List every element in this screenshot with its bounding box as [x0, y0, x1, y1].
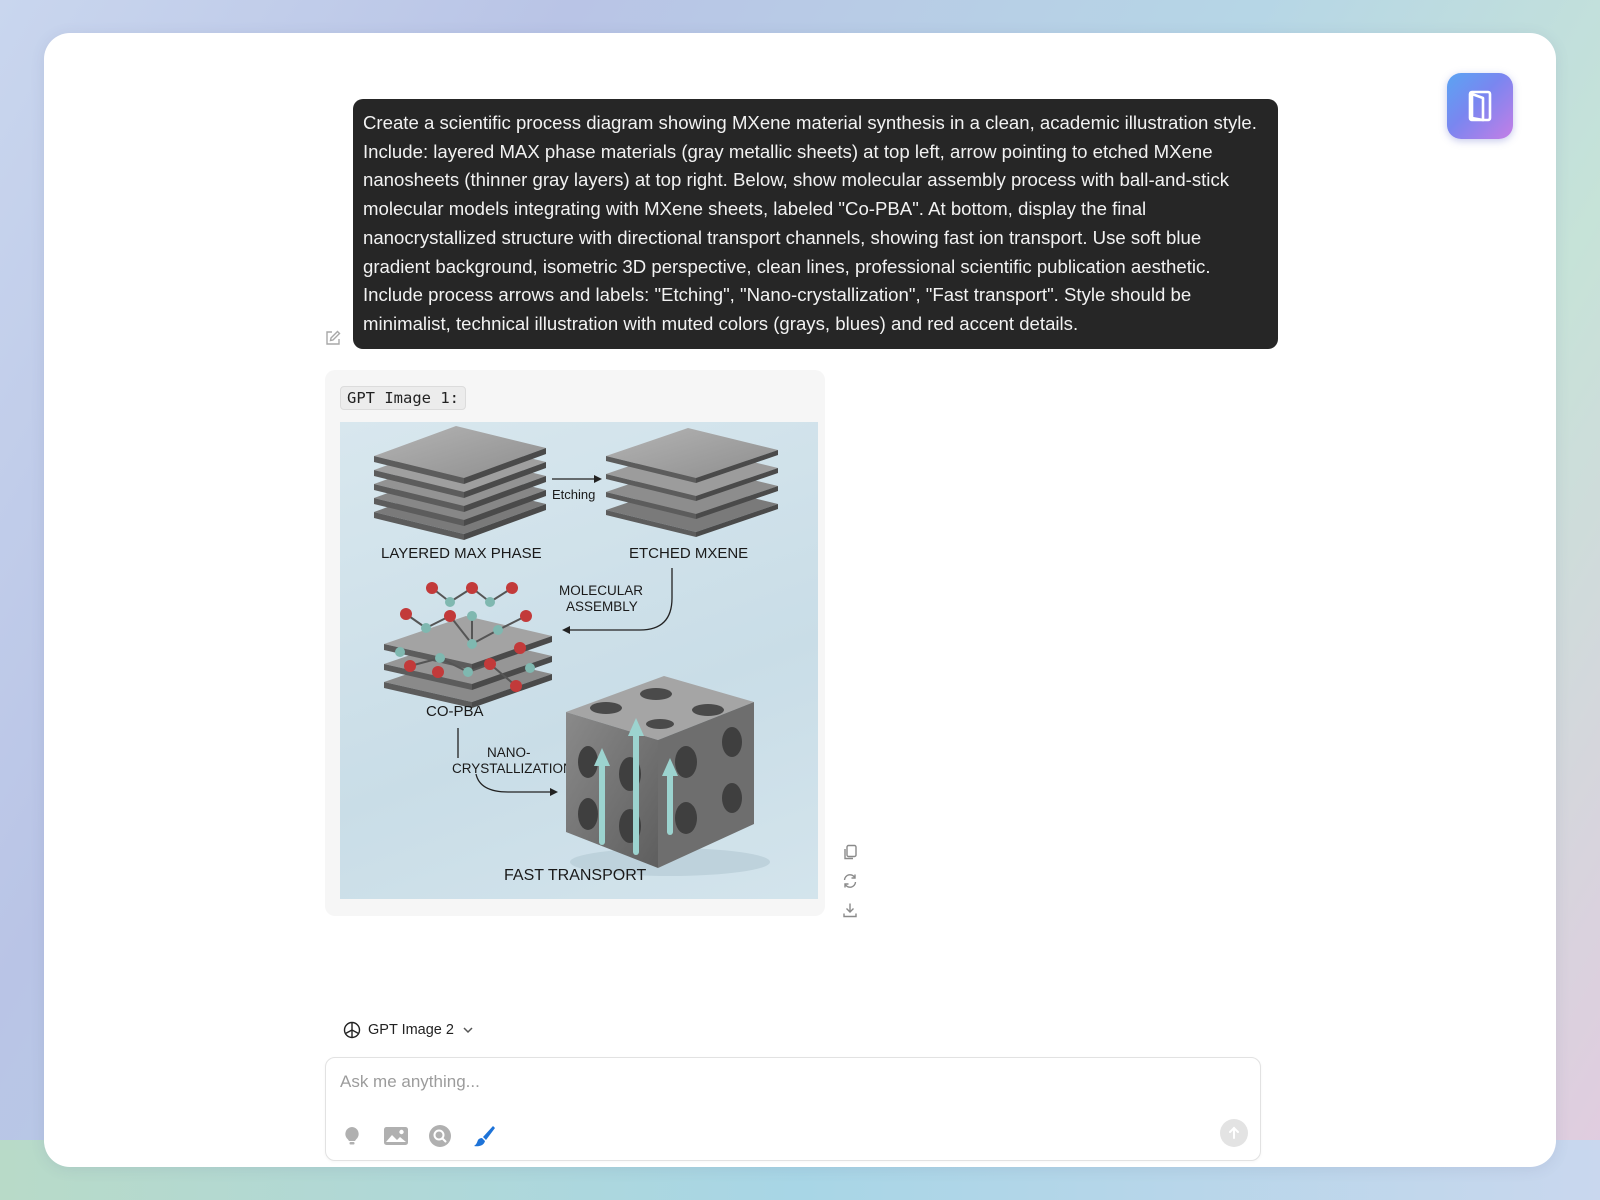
regenerate-icon[interactable]: [841, 872, 861, 892]
image-icon[interactable]: [382, 1122, 410, 1150]
user-prompt-bubble: Create a scientific process diagram show…: [353, 99, 1278, 349]
label-etched-mxene: ETCHED MXENE: [629, 545, 748, 562]
label-etching: Etching: [552, 487, 595, 502]
co-pba-structure: [384, 582, 552, 708]
image-actions: [841, 843, 861, 921]
max-phase-stack: [374, 426, 546, 540]
porous-cube: [566, 676, 770, 876]
prompt-text: Create a scientific process diagram show…: [363, 112, 1257, 334]
door-logo-icon[interactable]: [1447, 73, 1513, 139]
result-title: GPT Image 1:: [340, 386, 466, 410]
nano-crystallization-arrow: [457, 728, 550, 793]
copy-icon[interactable]: [841, 843, 861, 863]
arrow-up-icon: [1229, 1126, 1239, 1139]
label-molecular-2: ASSEMBLY: [566, 599, 638, 614]
label-nano-1: NANO-: [487, 745, 531, 760]
image-result-card: GPT Image 1: Etching LAYERED MAX PHASE E…: [325, 370, 825, 916]
generated-image[interactable]: Etching LAYERED MAX PHASE ETCHED MXENE M…: [340, 422, 818, 899]
lightbulb-icon[interactable]: [338, 1122, 366, 1150]
search-icon[interactable]: [426, 1122, 454, 1150]
label-co-pba: CO-PBA: [426, 703, 484, 720]
model-selector[interactable]: GPT Image 2: [342, 1018, 476, 1042]
app-window: Create a scientific process diagram show…: [44, 33, 1556, 1167]
chat-input[interactable]: [340, 1070, 1220, 1094]
download-icon[interactable]: [841, 901, 861, 921]
composer-tools: [338, 1122, 498, 1150]
label-max-phase: LAYERED MAX PHASE: [381, 545, 542, 562]
label-molecular-1: MOLECULAR: [559, 583, 643, 598]
model-name: GPT Image 2: [368, 1022, 454, 1038]
chevron-down-icon: [463, 1027, 473, 1034]
etching-arrow: [552, 475, 602, 483]
send-button[interactable]: [1220, 1119, 1248, 1147]
paintbrush-icon[interactable]: [470, 1122, 498, 1150]
etched-mxene-stack: [606, 428, 778, 537]
edit-icon[interactable]: [324, 329, 344, 349]
label-fast-transport: FAST TRANSPORT: [504, 867, 646, 884]
model-logo-icon: [343, 1021, 361, 1039]
chat-composer: [325, 1057, 1261, 1161]
label-nano-2: CRYSTALLIZATION: [452, 761, 573, 776]
